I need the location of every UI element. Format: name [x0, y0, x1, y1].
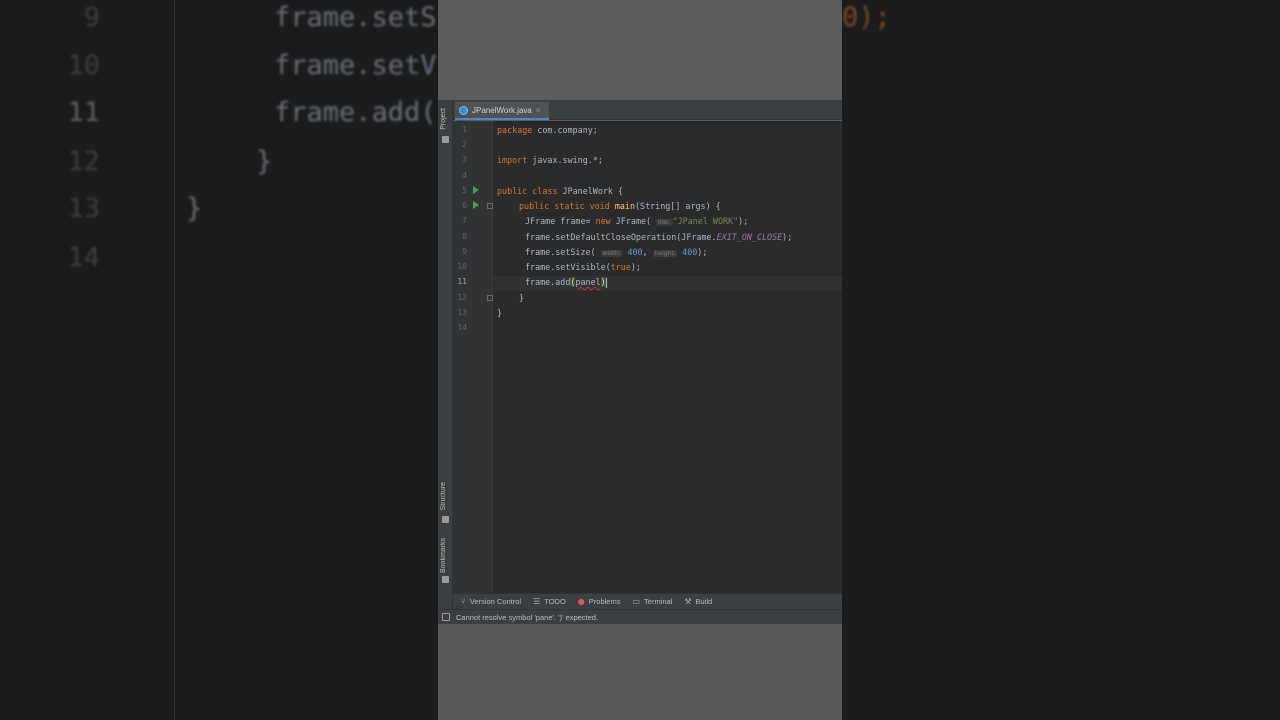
version-control-button[interactable]: ⑂ Version Control	[461, 597, 521, 606]
line-number: 13	[457, 308, 467, 317]
parameter-hint: title:	[656, 219, 673, 226]
line-number: 4	[462, 171, 467, 180]
tool-window-bar: ⑂ Version Control ☰ TODO ● Problems ▭ Termin…	[453, 593, 842, 609]
code-line-12: }	[519, 293, 525, 303]
code-line-11: frame.add(panel)	[525, 277, 607, 288]
line-number: 9	[462, 247, 467, 256]
bookmark-icon	[442, 576, 449, 583]
fold-icon[interactable]	[487, 295, 493, 301]
code-line-5: public class JPanelWork {	[497, 186, 624, 196]
code-line-3: import javax.swing.*;	[497, 155, 603, 165]
parameter-hint: width:	[600, 250, 623, 257]
terminal-icon: ▭	[632, 597, 641, 606]
tab-jpanelwork-java[interactable]: JPanelWork.java ×	[455, 102, 549, 120]
line-number: 14	[457, 323, 467, 332]
editor-tab-bar: JPanelWork.java ×	[453, 100, 842, 120]
background-line-number: 10	[67, 50, 100, 81]
background-zoom-left: 9 10 11 12 13 14 frame.setS frame.setV f…	[0, 0, 438, 720]
line-number: 8	[462, 232, 467, 241]
editor-gutter: 1 2 3 4 5 6 7 8 9 10 11 12 13 14	[453, 121, 493, 593]
code-line-13: }	[497, 308, 503, 318]
project-tool-button[interactable]: Project	[440, 108, 447, 130]
background-line-number: 9	[83, 2, 100, 33]
tab-label: JPanelWork.java	[472, 105, 532, 115]
line-number: 10	[457, 262, 467, 271]
background-line-number: 13	[67, 193, 100, 224]
letterbox-bottom	[438, 624, 842, 720]
line-number: 7	[462, 216, 467, 225]
background-code: 9 10 11 12 13 14 frame.setS frame.setV f…	[0, 0, 438, 720]
background-code-fragment: 0);	[842, 2, 891, 33]
line-number: 6	[462, 201, 467, 210]
letterbox-top	[438, 0, 842, 100]
code-line-9: frame.setSize( width: 400, height: 400);	[525, 247, 708, 257]
hammer-icon: ⚒	[684, 597, 692, 606]
code-line-6: public static void main(String[] args) {	[519, 201, 721, 211]
left-tool-strip: Project Structure Bookmarks	[438, 100, 453, 624]
background-zoom-right: 0);	[842, 0, 1280, 720]
code-line-1: package com.company;	[497, 125, 598, 135]
background-line-number-current: 11	[67, 97, 100, 128]
line-number: 12	[457, 293, 467, 302]
run-main-icon[interactable]	[473, 201, 479, 209]
background-code-line: frame.setS	[274, 2, 437, 33]
background-line-number: 14	[67, 242, 100, 273]
background-code-brace: }	[256, 146, 273, 177]
background-code-line: frame.add(	[274, 97, 437, 128]
line-number-current: 11	[457, 277, 467, 286]
problems-button[interactable]: ● Problems	[578, 597, 621, 606]
list-icon: ☰	[533, 597, 541, 606]
parameter-hint: height:	[652, 250, 678, 257]
build-button[interactable]: ⚒ Build	[684, 597, 712, 606]
close-icon[interactable]: ×	[536, 106, 541, 115]
fold-icon[interactable]	[487, 203, 493, 209]
ide-window: Project Structure Bookmarks JPanelWork.j…	[438, 0, 842, 720]
text-caret	[605, 277, 607, 288]
folder-icon	[442, 136, 449, 143]
terminal-button[interactable]: ▭ Terminal	[632, 597, 672, 606]
background-line-number: 12	[67, 146, 100, 177]
branch-icon: ⑂	[461, 597, 466, 606]
unresolved-symbol: panel	[575, 277, 601, 287]
error-icon: ●	[577, 597, 585, 606]
code-line-8: frame.setDefaultCloseOperation(JFrame.EX…	[525, 232, 793, 242]
layout-toggle-icon[interactable]	[442, 613, 450, 621]
todo-button[interactable]: ☰ TODO	[533, 597, 566, 606]
background-code-brace: }	[186, 193, 203, 224]
code-line-10: frame.setVisible(true);	[525, 262, 641, 272]
line-number: 1	[462, 125, 467, 134]
structure-tool-button[interactable]: Structure	[440, 482, 447, 510]
java-class-icon	[459, 105, 468, 115]
line-number: 2	[462, 140, 467, 149]
code-editor[interactable]: 1 2 3 4 5 6 7 8 9 10 11 12 13 14 package…	[453, 121, 842, 593]
structure-icon	[442, 516, 449, 523]
line-number: 5	[462, 186, 467, 195]
background-code-line: frame.setV	[274, 50, 437, 81]
bookmarks-tool-button[interactable]: Bookmarks	[440, 538, 447, 573]
status-message: Cannot resolve symbol 'pane'. ')' expect…	[456, 612, 599, 622]
line-number: 3	[462, 155, 467, 164]
run-class-icon[interactable]	[473, 186, 479, 194]
code-line-7: JFrame frame= new JFrame( title: "JPanel …	[525, 216, 749, 226]
status-bar: Cannot resolve symbol 'pane'. ')' expect…	[438, 609, 842, 624]
